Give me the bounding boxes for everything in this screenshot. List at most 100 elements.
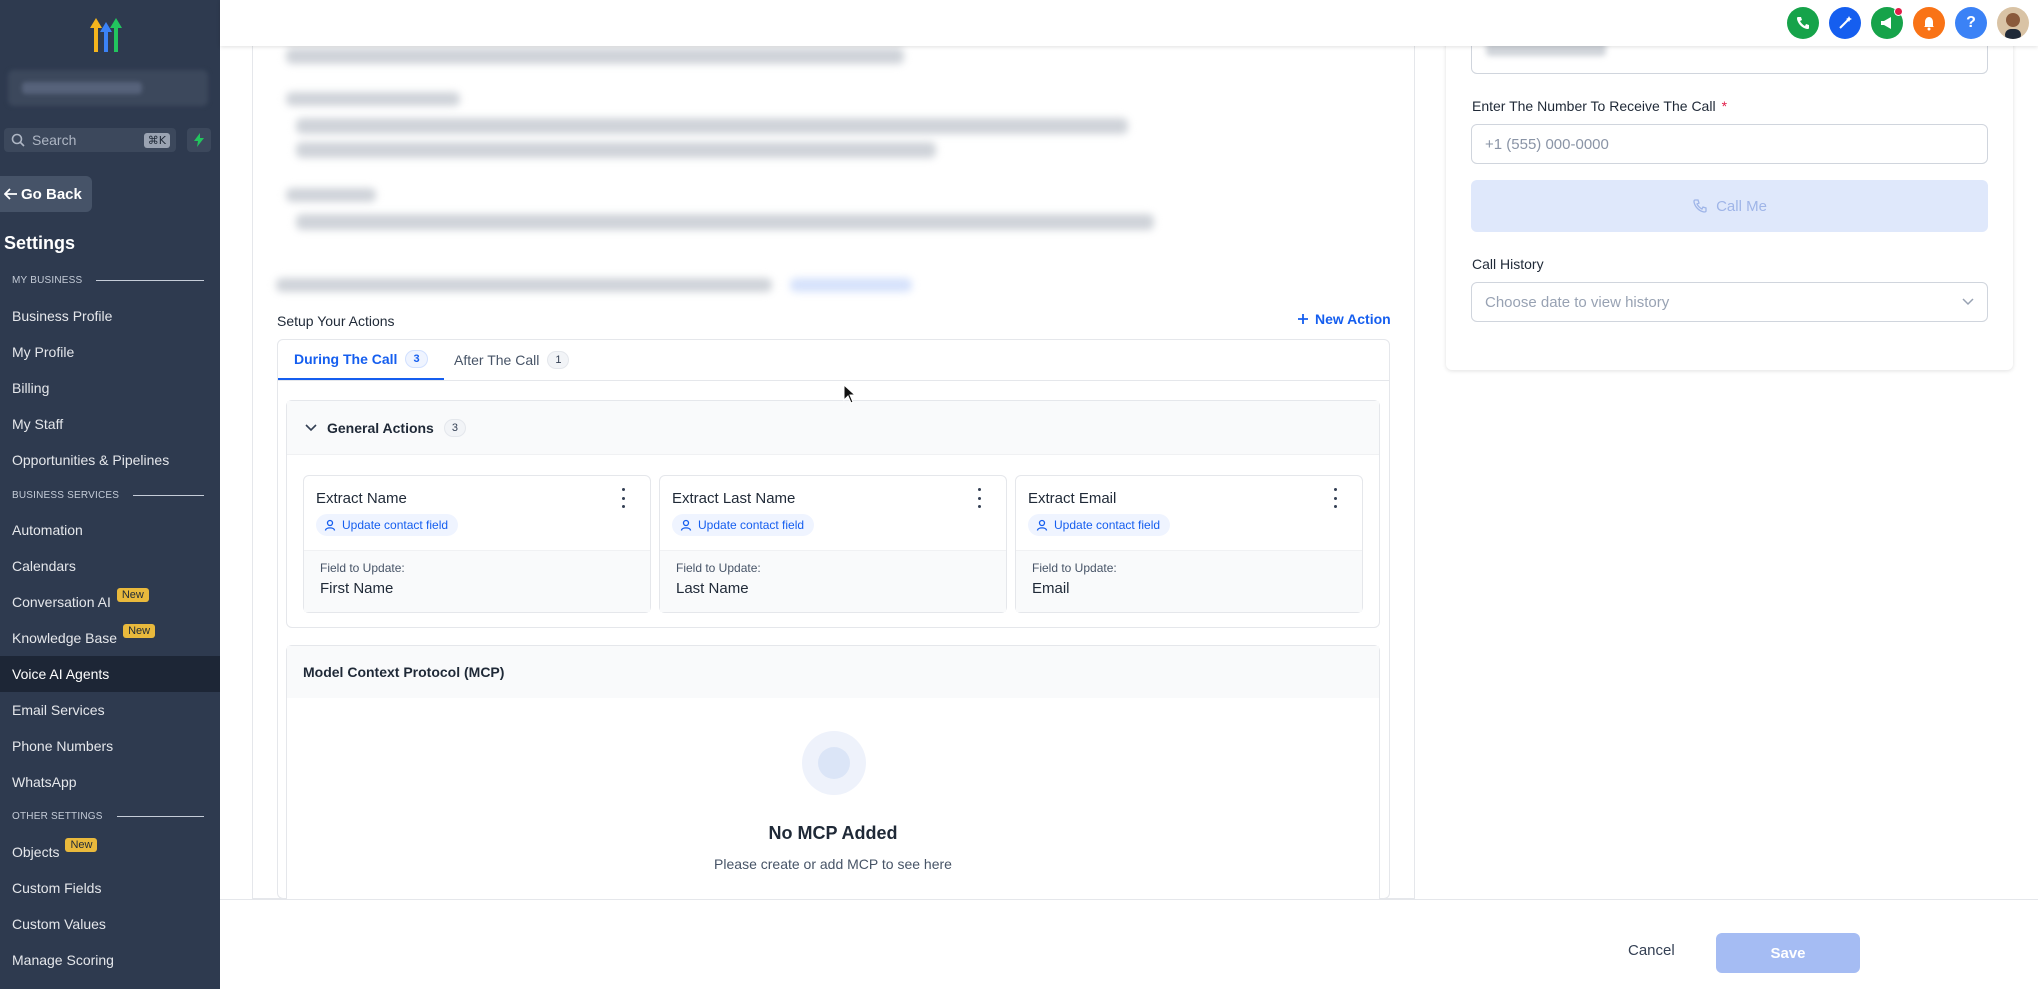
redacted-link	[790, 278, 912, 292]
action-title: Extract Last Name	[672, 490, 796, 507]
sidebar-item-phone-numbers[interactable]: Phone Numbers	[0, 728, 220, 764]
redacted-text	[286, 92, 460, 106]
call-history-select[interactable]: Choose date to view history	[1471, 282, 1988, 322]
sidebar-item-custom-values[interactable]: Custom Values	[0, 906, 220, 942]
sidebar-item-label: My Staff	[12, 416, 64, 432]
tabs-divider	[278, 380, 1389, 381]
more-options-icon[interactable]	[620, 488, 626, 508]
panel-divider	[1414, 46, 1415, 899]
empty-state-icon	[802, 731, 866, 795]
sidebar-item-conversation-ai[interactable]: Conversation AI New	[0, 584, 220, 620]
general-actions-count: 3	[443, 418, 466, 437]
action-title: Extract Name	[316, 490, 407, 507]
action-type-tag: Update contact field	[672, 514, 815, 536]
field-value: Last Name	[676, 580, 749, 597]
more-options-icon[interactable]	[1332, 488, 1338, 508]
sidebar-item-knowledge-base[interactable]: Knowledge Base New	[0, 620, 220, 656]
user-icon	[1036, 519, 1048, 531]
sidebar-item-objects[interactable]: Objects New	[0, 834, 220, 870]
required-mark: *	[1721, 98, 1728, 114]
action-type-tag: Update contact field	[1028, 514, 1171, 536]
go-back-label: Go Back	[21, 185, 82, 203]
phone-number-input[interactable]	[1471, 124, 1988, 164]
sidebar-item-billing[interactable]: Billing	[0, 370, 220, 406]
sidebar-item-voice-ai-agents[interactable]: Voice AI Agents	[0, 656, 220, 692]
quick-actions-button[interactable]	[187, 128, 211, 152]
sidebar-item-manage-scoring[interactable]: Manage Scoring	[0, 942, 220, 978]
sidebar-item-custom-fields[interactable]: Custom Fields	[0, 870, 220, 906]
sidebar-item-label: Calendars	[12, 558, 76, 574]
help-glyph: ?	[1966, 14, 1976, 31]
call-history-placeholder: Choose date to view history	[1485, 293, 1670, 311]
number-label: Enter The Number To Receive The Call *	[1472, 98, 1727, 114]
chevron-down-icon[interactable]	[305, 423, 317, 432]
action-type-tag: Update contact field	[316, 514, 459, 536]
sidebar-item-whatsapp[interactable]: WhatsApp	[0, 764, 220, 800]
redacted-text	[286, 188, 376, 202]
account-switcher[interactable]	[8, 70, 208, 106]
sidebar-item-label: Email Services	[12, 702, 105, 718]
section-my-business: MY BUSINESS	[12, 275, 204, 286]
sidebar-item-label: Automation	[12, 522, 83, 538]
redacted-text	[286, 48, 904, 64]
bell-icon[interactable]	[1913, 7, 1945, 39]
general-actions-title: General Actions	[327, 419, 434, 436]
go-back-button[interactable]: Go Back	[0, 176, 92, 212]
action-tag-label: Update contact field	[1054, 518, 1161, 532]
phone-icon[interactable]	[1787, 7, 1819, 39]
action-tag-label: Update contact field	[342, 518, 449, 532]
action-title: Extract Email	[1028, 490, 1117, 507]
action-card-extract-last-name[interactable]: Extract Last Name Update contact field F…	[659, 475, 1007, 613]
sidebar-item-label: My Profile	[12, 344, 75, 360]
more-options-icon[interactable]	[976, 488, 982, 508]
mouse-cursor	[843, 384, 857, 404]
new-action-button[interactable]: New Action	[1297, 311, 1391, 327]
call-me-button[interactable]: Call Me	[1471, 180, 1988, 232]
sidebar-item-my-profile[interactable]: My Profile	[0, 334, 220, 370]
save-button[interactable]: Save	[1716, 933, 1860, 973]
lightning-icon	[194, 133, 204, 147]
tab-after-the-call[interactable]: After The Call 1	[438, 340, 585, 380]
tab-during-the-call[interactable]: During The Call 3	[278, 340, 444, 380]
megaphone-icon[interactable]	[1871, 7, 1903, 39]
tab-count: 1	[547, 351, 570, 369]
sidebar-item-label: Phone Numbers	[12, 738, 114, 754]
sidebar-item-email-services[interactable]: Email Services	[0, 692, 220, 728]
call-history-label: Call History	[1472, 256, 1544, 272]
general-actions-header[interactable]: General Actions 3	[287, 401, 1379, 455]
sidebar: Search ⌘K Go Back Settings MY BUSINESS B…	[0, 0, 220, 989]
sidebar-item-label: Manage Scoring	[12, 952, 114, 968]
cancel-button[interactable]: Cancel	[1628, 942, 1675, 959]
tab-label: During The Call	[294, 351, 398, 367]
field-value: First Name	[320, 580, 394, 597]
new-badge: New	[123, 624, 156, 638]
redacted-text	[276, 278, 772, 292]
user-icon	[680, 519, 692, 531]
search-shortcut: ⌘K	[143, 132, 170, 148]
setup-actions-label: Setup Your Actions	[277, 313, 395, 329]
mcp-empty-subtitle: Please create or add MCP to see here	[714, 856, 952, 872]
sidebar-item-my-staff[interactable]: My Staff	[0, 406, 220, 442]
action-card-extract-name[interactable]: Extract Name Update contact field Field …	[303, 475, 651, 613]
search-placeholder: Search	[32, 132, 77, 148]
sidebar-item-calendars[interactable]: Calendars	[0, 548, 220, 584]
sidebar-item-label: Custom Values	[12, 916, 106, 932]
sidebar-item-opportunities[interactable]: Opportunities & Pipelines	[0, 442, 220, 478]
magic-wand-icon[interactable]	[1829, 7, 1861, 39]
action-card-extract-email[interactable]: Extract Email Update contact field Field…	[1015, 475, 1363, 613]
sidebar-item-label: Knowledge Base	[12, 630, 118, 646]
redacted-text	[296, 214, 1154, 230]
app-logo[interactable]	[86, 14, 130, 54]
avatar[interactable]	[1997, 7, 2029, 39]
top-bar	[220, 0, 2038, 46]
action-tag-label: Update contact field	[698, 518, 805, 532]
sidebar-item-label: Custom Fields	[12, 880, 102, 896]
sidebar-item-label: Business Profile	[12, 308, 113, 324]
sidebar-search[interactable]: Search ⌘K	[4, 128, 176, 152]
new-action-label: New Action	[1315, 311, 1391, 327]
sidebar-item-business-profile[interactable]: Business Profile	[0, 298, 220, 334]
help-icon[interactable]: ?	[1955, 7, 1987, 39]
sidebar-item-automation[interactable]: Automation	[0, 512, 220, 548]
sidebar-item-label: Billing	[12, 380, 50, 396]
search-icon	[11, 133, 25, 147]
